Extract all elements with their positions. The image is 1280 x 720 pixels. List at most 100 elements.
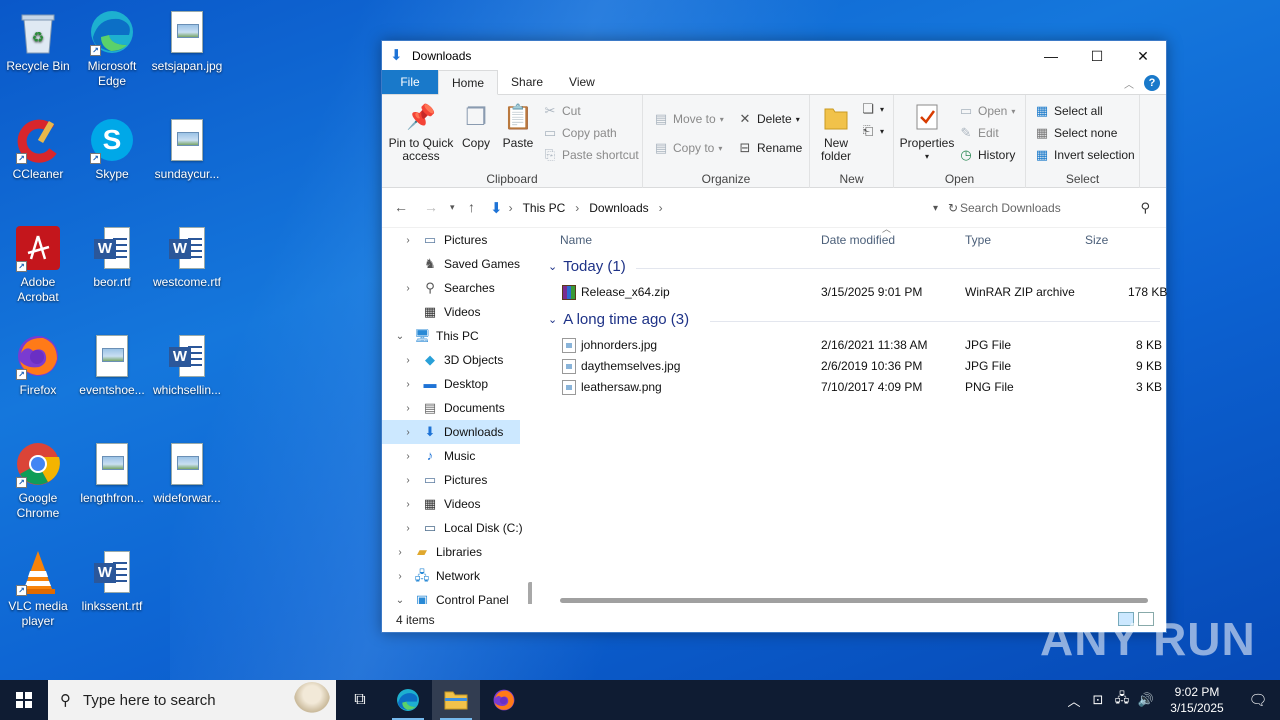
recent-locations-chevron-icon[interactable]: ▾ [450,202,455,213]
tab-share[interactable]: Share [498,70,556,94]
select-none-button[interactable]: ▦ Select none [1034,125,1118,141]
search-box[interactable]: Search Downloads ⚲ [950,196,1160,220]
nav-item-documents[interactable]: › ▤ Documents [382,396,520,420]
cut-button[interactable]: ✂ Cut [542,103,581,119]
nav-item-videos-pc[interactable]: › ▦ Videos [382,492,520,516]
taskbar-file-explorer-button[interactable] [432,680,480,720]
nav-item-searches[interactable]: › ⚲ Searches [382,276,520,300]
desktop-icon-whichsellin[interactable]: W whichsellin... [149,332,225,398]
file-row[interactable]: johnorders.jpg 2/16/2021 11:38 AM JPG Fi… [558,335,1162,356]
move-to-button[interactable]: ▤ Move to ▾ [653,111,724,127]
desktop-icon-chrome[interactable]: ↗ Google Chrome [0,440,76,521]
properties-button[interactable]: Properties ▾ [898,101,956,163]
easy-access-button[interactable]: ⎗ ▾ [860,123,884,139]
desktop-icon-setsjapan[interactable]: setsjapan.jpg [149,8,225,74]
nav-item-videos[interactable]: ▦ Videos [382,300,520,324]
desktop-icon-skype[interactable]: S ↗ Skype [74,116,150,182]
title-bar[interactable]: ⬇ Downloads — ☐ ✕ [382,41,1166,71]
copy-to-button[interactable]: ▤ Copy to ▾ [653,140,723,156]
history-button[interactable]: ◷ History [958,147,1015,163]
forward-arrow-icon[interactable]: → [424,199,438,215]
taskbar-edge-button[interactable] [384,680,432,720]
group-clipboard: 📌 Pin to Quick access ❐ Copy 📋 Paste ✂ C… [382,95,643,188]
breadcrumb-downloads[interactable]: Downloads [589,201,648,215]
tab-home[interactable]: Home [438,70,499,95]
column-header-type[interactable]: Type [965,228,991,252]
maximize-button[interactable]: ☐ [1074,41,1120,71]
notification-icon[interactable]: 🗨 [1236,691,1280,709]
nav-item-desktop[interactable]: › ▬ Desktop [382,372,520,396]
desktop-icon-recycle-bin[interactable]: ♻ Recycle Bin [0,8,76,74]
paste-button[interactable]: 📋 Paste [500,101,536,150]
search-input[interactable]: Search Downloads [960,201,1061,215]
nav-item-music[interactable]: › ♪ Music [382,444,520,468]
ribbon: 📌 Pin to Quick access ❐ Copy 📋 Paste ✂ C… [382,95,1166,188]
desktop-icon-sundaycur[interactable]: sundaycur... [149,116,225,182]
nav-item-network[interactable]: › 🖧 Network [382,564,520,588]
address-bar[interactable]: ⬇ › This PC › Downloads › ▾ ↻ [490,196,958,220]
open-button[interactable]: ▭ Open ▾ [958,103,1016,119]
file-row[interactable]: daythemselves.jpg 2/6/2019 10:36 PM JPG … [558,356,1162,377]
desktop-icon-lengthfron[interactable]: lengthfron... [74,440,150,506]
minimize-button[interactable]: — [1028,41,1074,71]
new-item-button[interactable]: ❏ ▾ [860,101,884,117]
column-header-name[interactable]: Name [560,228,592,252]
nav-item-pictures[interactable]: › ▭ Pictures [382,228,520,252]
item-count: 4 items [396,613,435,627]
back-arrow-icon[interactable]: ← [394,199,408,215]
taskbar-firefox-button[interactable] [480,680,528,720]
nav-item-downloads[interactable]: › ⬇ Downloads [382,420,520,444]
desktop-icon-vlc[interactable]: ↗ VLC media player [0,548,76,629]
nav-item-saved-games[interactable]: ♞ Saved Games [382,252,520,276]
invert-selection-button[interactable]: ▦ Invert selection [1034,147,1135,163]
network-icon[interactable]: 🖧 [1110,689,1134,711]
file-list-horizontal-scrollbar[interactable] [560,598,1148,603]
group-header-today[interactable]: ⌄ Today (1) [548,258,626,275]
pin-quick-access-button[interactable]: 📌 Pin to Quick access [388,101,454,163]
nav-item-control-panel[interactable]: ⌄ ▣ Control Panel [382,588,520,604]
desktop-icon-firefox[interactable]: ↗ Firefox [0,332,76,398]
desktop-icon-westcome[interactable]: W westcome.rtf [149,224,225,290]
clock[interactable]: 9:02 PM 3/15/2025 [1158,684,1236,716]
copy-path-button[interactable]: ▭ Copy path [542,125,617,141]
address-dropdown-chevron-icon[interactable]: ▾ [933,203,938,214]
edit-button[interactable]: ✎ Edit [958,125,999,141]
device-icon[interactable]: ⊡ [1086,692,1110,708]
show-hidden-icons-chevron-icon[interactable]: ︿ [1062,691,1086,710]
up-arrow-icon[interactable]: ↑ [468,199,475,215]
taskbar-search-input[interactable]: Type here to search [83,692,216,709]
nav-item-local-disk[interactable]: › ▭ Local Disk (C:) [382,516,522,540]
group-header-long-time-ago[interactable]: ⌄ A long time ago (3) [548,311,689,328]
new-folder-button[interactable]: New folder [814,101,858,163]
tab-view[interactable]: View [556,70,608,94]
nav-item-libraries[interactable]: › ▰ Libraries [382,540,520,564]
copy-button[interactable]: ❐ Copy [458,101,494,150]
help-icon[interactable]: ? [1144,75,1160,91]
select-all-button[interactable]: ▦ Select all [1034,103,1103,119]
desktop-icon-eventshoe[interactable]: eventshoe... [74,332,150,398]
tab-file[interactable]: File [382,70,438,94]
nav-item-3d-objects[interactable]: › ◆ 3D Objects [382,348,520,372]
taskbar-search-box[interactable]: ⚲ Type here to search [48,680,336,720]
desktop-icon-linkssent[interactable]: W linkssent.rtf [74,548,150,614]
collapse-ribbon-icon[interactable]: ︿ [1124,76,1134,91]
column-header-size[interactable]: Size [1085,228,1108,252]
desktop-icon-ccleaner[interactable]: ↗ CCleaner [0,116,76,182]
task-view-button[interactable]: ⧉ [336,680,384,720]
nav-item-pictures-pc[interactable]: › ▭ Pictures [382,468,520,492]
desktop-icon-acrobat[interactable]: ↗ Adobe Acrobat [0,224,76,305]
desktop-icon-beor[interactable]: W beor.rtf [74,224,150,290]
delete-button[interactable]: ✕ Delete ▾ [737,111,800,127]
navigation-pane-scrollbar[interactable] [528,582,532,604]
start-button[interactable] [0,680,48,720]
breadcrumb-this-pc[interactable]: This PC [523,201,566,215]
desktop-icon-edge[interactable]: ↗ Microsoft Edge [74,8,150,89]
file-row[interactable]: leathersaw.png 7/10/2017 4:09 PM PNG Fil… [558,377,1162,398]
paste-shortcut-button[interactable]: ⎘ Paste shortcut [542,147,639,163]
volume-icon[interactable]: 🔊 [1134,692,1158,708]
file-row[interactable]: Release_x64.zip 3/15/2025 9:01 PM WinRAR… [558,282,1167,303]
close-button[interactable]: ✕ [1120,41,1166,71]
desktop-icon-wideforwar[interactable]: wideforwar... [149,440,225,506]
rename-button[interactable]: ⊟ Rename [737,140,803,156]
nav-item-this-pc[interactable]: ⌄ 🖥 This PC [382,324,520,348]
